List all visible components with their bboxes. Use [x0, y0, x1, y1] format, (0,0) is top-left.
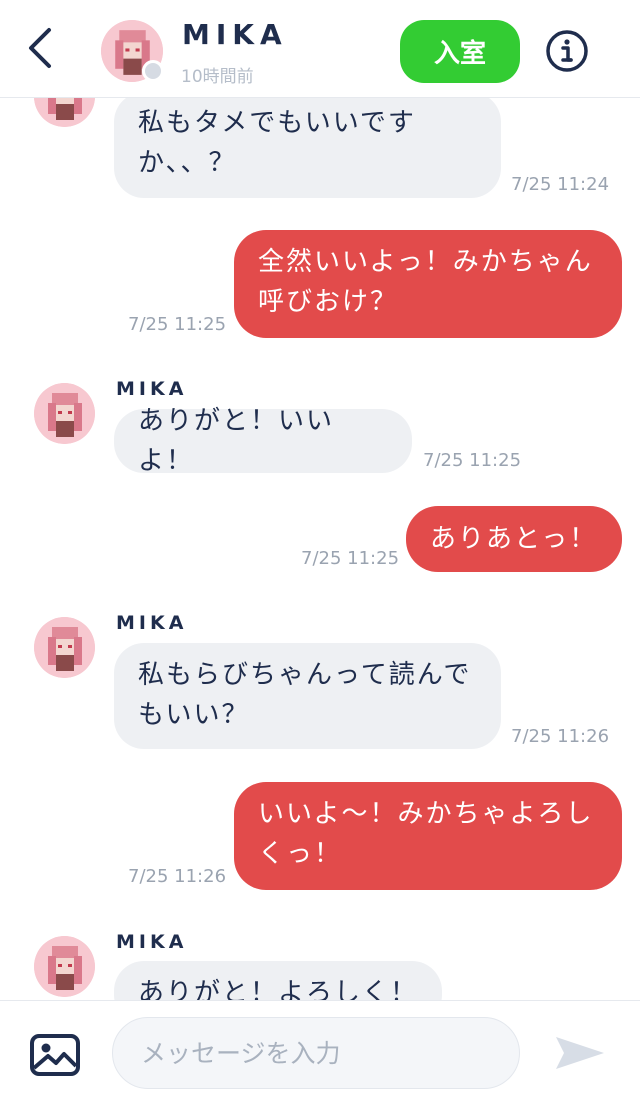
contact-name: MIKA	[182, 18, 288, 51]
avatar[interactable]	[34, 936, 95, 997]
message-text-line: か、、？	[138, 148, 237, 178]
message-timestamp: 7/25 11:26	[128, 866, 227, 887]
message-bubble-incoming[interactable]: 私もタメでもいいです か、、？	[114, 92, 501, 198]
message-bubble-outgoing[interactable]: いいよ〜！みかちゃよろし くっ！	[234, 782, 622, 890]
attach-image-button[interactable]	[28, 1032, 82, 1078]
back-button[interactable]	[22, 22, 62, 74]
presence-dot	[142, 60, 164, 82]
contact-avatar[interactable]	[101, 20, 164, 82]
info-icon	[546, 30, 588, 72]
message-text: ありがと！いいよ！	[138, 406, 335, 476]
message-text-line: 私もらびちゃんって読んで	[138, 660, 472, 690]
message-text-line: 私もタメでもいいです	[138, 108, 416, 138]
message-timestamp: 7/25 11:25	[128, 314, 227, 335]
message-input[interactable]	[112, 1017, 520, 1089]
send-icon	[556, 1037, 604, 1069]
message-text: ありあとっ！	[430, 524, 598, 554]
sender-name: MIKA	[116, 378, 188, 400]
message-bubble-outgoing[interactable]: ありあとっ！	[406, 506, 622, 572]
send-button[interactable]	[552, 1031, 608, 1075]
message-timestamp: 7/25 11:25	[301, 548, 400, 569]
message-text-line: いいよ〜！みかちゃよろし	[258, 799, 594, 829]
message-text-line: 全然いいよっ！みかちゃん	[258, 247, 593, 277]
message-bubble-outgoing[interactable]: 全然いいよっ！みかちゃん 呼びおけ？	[234, 230, 622, 338]
avatar-icon	[34, 617, 95, 678]
chat-header: MIKA 10時間前 入室	[0, 0, 640, 98]
avatar-icon	[34, 936, 95, 997]
message-bubble-incoming[interactable]: ありがと！いいよ！	[114, 406, 412, 476]
sender-name: MIKA	[116, 931, 188, 953]
avatar[interactable]	[34, 617, 95, 678]
avatar-icon	[34, 383, 95, 444]
image-icon	[30, 1034, 80, 1076]
message-timestamp: 7/25 11:25	[423, 450, 522, 471]
message-timestamp: 7/25 11:24	[511, 174, 610, 195]
message-text-line: もいい？	[138, 700, 250, 730]
avatar[interactable]	[34, 383, 95, 444]
info-button[interactable]	[544, 28, 590, 74]
message-composer	[0, 1000, 640, 1105]
sender-name: MIKA	[116, 612, 188, 634]
enter-room-button[interactable]: 入室	[400, 20, 520, 83]
message-timestamp: 7/25 11:26	[511, 726, 610, 747]
message-bubble-incoming[interactable]: 私もらびちゃんって読んで もいい？	[114, 643, 501, 749]
message-text-line: くっ！	[258, 839, 343, 869]
chevron-left-icon	[29, 28, 51, 68]
message-text-line: 呼びおけ？	[258, 287, 399, 317]
last-seen-status: 10時間前	[181, 67, 254, 87]
